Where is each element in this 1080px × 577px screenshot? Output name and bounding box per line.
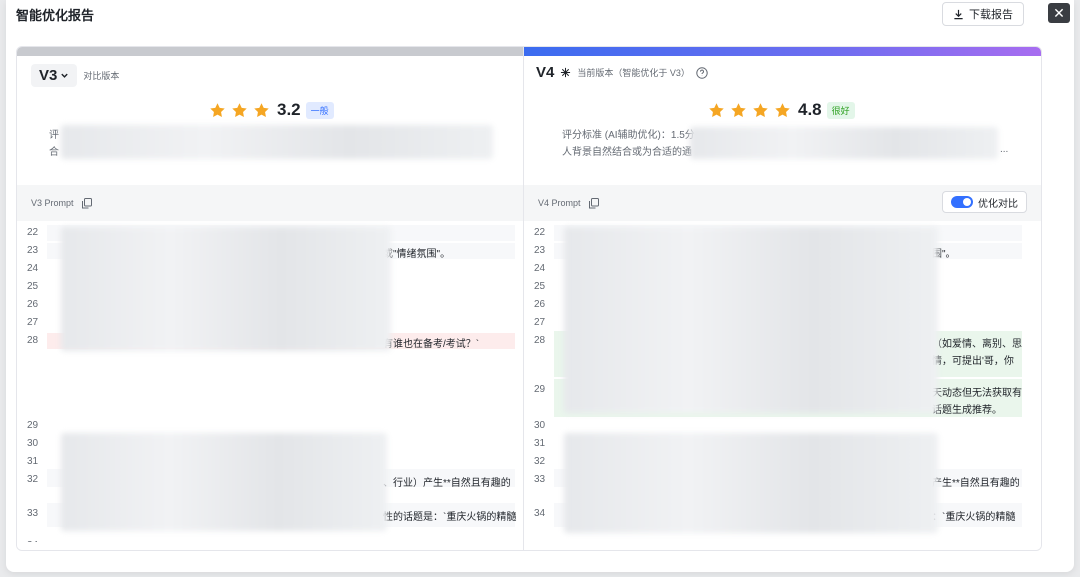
score-badge-v4: 很好 [826, 101, 855, 119]
star-icon [210, 102, 225, 117]
criteria-text-v3: 评 合 [49, 130, 59, 158]
sparkle-icon [561, 67, 571, 78]
code-snippet: 产生**自然且有趣的 [932, 478, 1020, 489]
prompt-label-v3: V3 Prompt [31, 198, 74, 208]
prompt-label-v4: V4 Prompt [538, 198, 581, 208]
redacted-criteria-v3 [61, 125, 493, 159]
code-snippet: 天动态但无法获取有 [932, 388, 1022, 399]
score-v3: 3.2 [277, 100, 301, 119]
chevron-down-icon [61, 73, 69, 78]
code-snippet: 情，可提出'哥，你 [932, 356, 1014, 367]
version-label-v3: V3 [39, 67, 58, 84]
compare-column-v4: V4 当前版本（智能优化于 V3） 4.8 很好 评分标准 (AI辅助优化)：1… [524, 47, 1041, 550]
prompt-header-v3: V3 Prompt [17, 185, 523, 221]
star-icon [775, 102, 790, 117]
code-snippet: （如爱情、离别、思 [932, 339, 1022, 350]
redacted-code-v4 [564, 227, 938, 413]
version-compare-panel: V3 对比版本 3.2 一般 评 合 V3 Prompt 22 23 24 25… [16, 46, 1042, 551]
close-button[interactable]: ✕ [1048, 3, 1070, 23]
criteria-ellipsis: ... [1000, 144, 1009, 155]
code-snippet: 有谁也在备考/考试？` [383, 339, 480, 350]
version-caption-v4: 当前版本（智能优化于 V3） [577, 68, 690, 78]
version-label-v4: V4 [536, 64, 555, 81]
download-icon [954, 9, 963, 19]
toggle-switch[interactable] [951, 196, 973, 208]
code-snippet: 、行业）产生**自然且有趣的 [383, 478, 511, 489]
version-bar-v4 [524, 47, 1041, 56]
copy-icon[interactable] [81, 197, 92, 209]
download-report-button[interactable]: 下载报告 [942, 2, 1024, 26]
compare-column-v3: V3 对比版本 3.2 一般 评 合 V3 Prompt 22 23 24 25… [17, 47, 524, 550]
close-icon: ✕ [1053, 4, 1065, 21]
copy-icon[interactable] [588, 197, 599, 209]
star-icon [731, 102, 746, 117]
rating-v4: 4.8 很好 [708, 100, 855, 120]
version-select[interactable]: V3 [31, 64, 78, 87]
score-v4: 4.8 [798, 100, 822, 119]
toggle-label: 优化对比 [978, 198, 1018, 210]
help-icon[interactable] [696, 66, 708, 79]
redacted-criteria-v4 [690, 127, 998, 159]
download-report-label: 下载报告 [969, 9, 1013, 21]
code-snippet: ：`重庆火锅的精髓 [932, 512, 1016, 523]
optimize-compare-toggle[interactable]: 优化对比 [942, 191, 1027, 213]
criteria-text-v4: 评分标准 (AI辅助优化)：1.5分 人背景自然结合或为合适的通 [562, 130, 695, 158]
score-badge-v3: 一般 [305, 101, 334, 119]
version-bar-v3 [17, 47, 523, 56]
code-snippet: 性的话题是：`重庆火锅的精髓 [383, 512, 517, 523]
code-snippet: 或"情绪氛围"。 [383, 249, 451, 260]
modal-title: 智能优化报告 [16, 8, 95, 23]
redacted-code-v3 [61, 227, 391, 351]
code-snippet: 话题生成推荐。 [932, 405, 1002, 416]
star-icon [232, 102, 247, 117]
star-icon [254, 102, 269, 117]
optimization-report-modal: 智能优化报告 下载报告 V3 对比版本 3.2 一般 评 合 V3 Prompt… [6, 0, 1074, 572]
redacted-code-v4 [564, 433, 938, 533]
rating-v3: 3.2 一般 [209, 100, 334, 120]
star-icon [709, 102, 724, 117]
redacted-code-v3 [61, 433, 387, 531]
prompt-header-v4: V4 Prompt 优化对比 [524, 185, 1041, 221]
version-caption-v3: 对比版本 [83, 71, 120, 81]
star-icon [753, 102, 768, 117]
